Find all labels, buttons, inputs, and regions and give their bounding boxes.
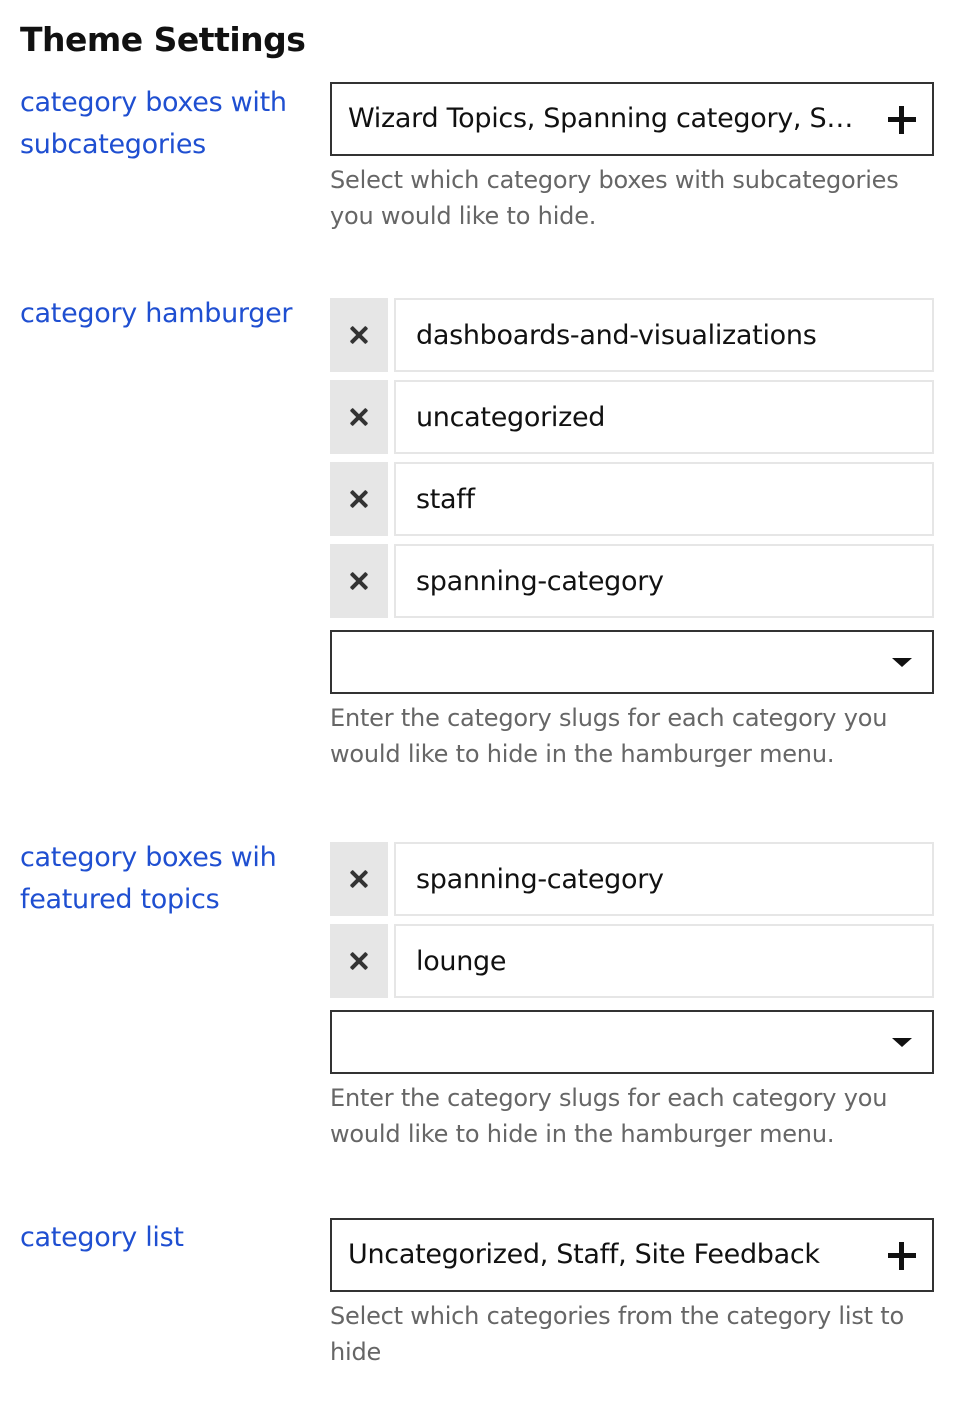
remove-item-button[interactable] bbox=[330, 462, 388, 536]
category-slug-input[interactable] bbox=[394, 462, 934, 536]
setting-control-featured-boxes: Enter the category slugs for each catego… bbox=[330, 842, 934, 1152]
category-slug-input[interactable] bbox=[394, 380, 934, 454]
list-item bbox=[330, 544, 934, 618]
x-icon bbox=[350, 952, 368, 970]
featured-boxes-help-text: Enter the category slugs for each catego… bbox=[330, 1084, 888, 1148]
subcategory-boxes-multiselect[interactable]: Wizard Topics, Spanning category, Staff,… bbox=[330, 82, 934, 156]
subcategory-boxes-help-text: Select which category boxes with subcate… bbox=[330, 166, 899, 230]
setting-label-featured-boxes: category boxes wih featured topics bbox=[20, 842, 277, 915]
list-item bbox=[330, 298, 934, 372]
plus-icon[interactable] bbox=[888, 106, 916, 134]
list-item bbox=[330, 842, 934, 916]
category-list-help-text: Select which categories from the categor… bbox=[330, 1302, 905, 1366]
remove-item-button[interactable] bbox=[330, 380, 388, 454]
list-item bbox=[330, 462, 934, 536]
remove-item-button[interactable] bbox=[330, 924, 388, 998]
caret-down-icon bbox=[892, 658, 912, 667]
category-list-selected-value: Uncategorized, Staff, Site Feedback bbox=[348, 1239, 820, 1270]
x-icon bbox=[350, 326, 368, 344]
category-slug-input[interactable] bbox=[394, 544, 934, 618]
remove-item-button[interactable] bbox=[330, 298, 388, 372]
hamburger-help-text: Enter the category slugs for each catego… bbox=[330, 704, 888, 768]
setting-label-hamburger: category hamburger bbox=[20, 298, 293, 329]
category-slug-input[interactable] bbox=[394, 298, 934, 372]
plus-icon[interactable] bbox=[888, 1242, 916, 1270]
category-slug-input[interactable] bbox=[394, 842, 934, 916]
x-icon bbox=[350, 572, 368, 590]
caret-down-icon bbox=[892, 1038, 912, 1047]
hamburger-add-category-select[interactable] bbox=[330, 630, 934, 694]
remove-item-button[interactable] bbox=[330, 842, 388, 916]
x-icon bbox=[350, 490, 368, 508]
remove-item-button[interactable] bbox=[330, 544, 388, 618]
setting-label-category-list: category list bbox=[20, 1222, 184, 1253]
list-item bbox=[330, 924, 934, 998]
subcategory-boxes-selected-value: Wizard Topics, Spanning category, Staff,… bbox=[348, 103, 862, 134]
list-item bbox=[330, 380, 934, 454]
x-icon bbox=[350, 408, 368, 426]
category-list-multiselect[interactable]: Uncategorized, Staff, Site Feedback bbox=[330, 1218, 934, 1292]
setting-label-subcategory-boxes: category boxes with subcategories bbox=[20, 87, 287, 160]
featured-boxes-add-category-select[interactable] bbox=[330, 1010, 934, 1074]
setting-control-category-list: Uncategorized, Staff, Site Feedback Sele… bbox=[330, 1218, 934, 1370]
page-title: Theme Settings bbox=[20, 20, 306, 59]
setting-control-hamburger: Enter the category slugs for each catego… bbox=[330, 298, 934, 772]
setting-control-subcategory-boxes: Wizard Topics, Spanning category, Staff,… bbox=[330, 82, 934, 234]
x-icon bbox=[350, 870, 368, 888]
category-slug-input[interactable] bbox=[394, 924, 934, 998]
